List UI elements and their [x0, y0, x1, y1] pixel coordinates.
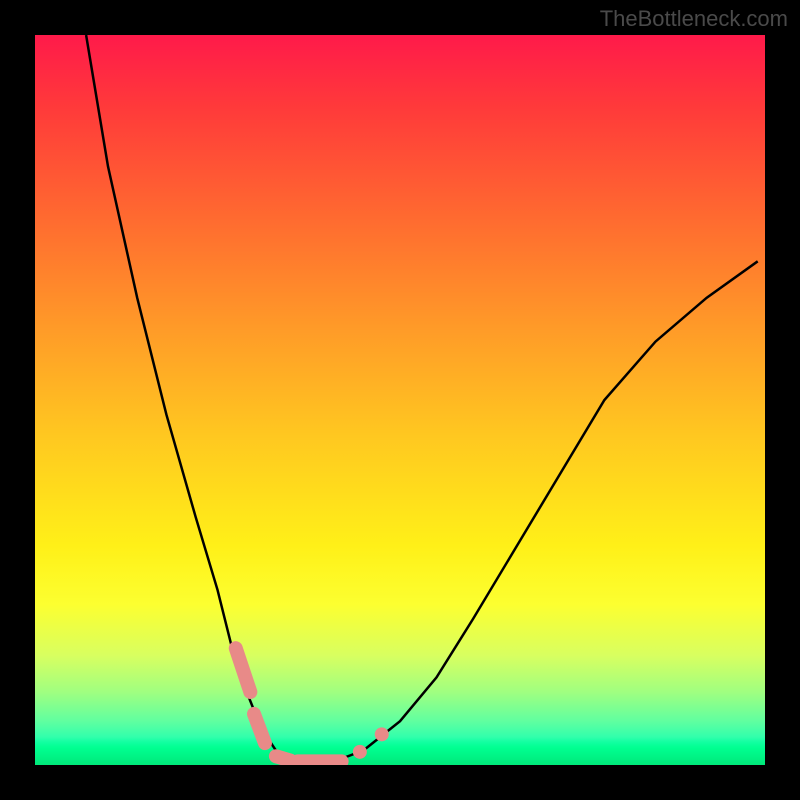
- marker-pill: [276, 756, 291, 760]
- chart-frame: TheBottleneck.com: [0, 0, 800, 800]
- marker-pill: [254, 714, 265, 743]
- bottleneck-curve: [86, 35, 758, 761]
- plot-area: [35, 35, 765, 765]
- marker-point: [375, 727, 389, 741]
- watermark-text: TheBottleneck.com: [600, 6, 788, 32]
- markers-group: [236, 648, 389, 761]
- marker-point: [353, 745, 367, 759]
- marker-pill: [236, 648, 251, 692]
- curve-svg: [35, 35, 765, 765]
